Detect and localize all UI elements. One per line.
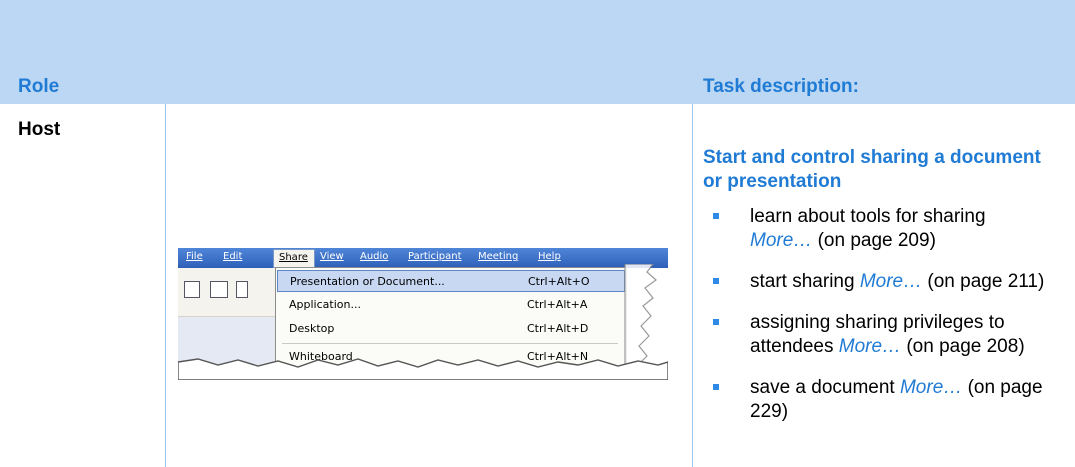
more-link[interactable]: More… xyxy=(839,336,901,357)
more-link[interactable]: More… xyxy=(860,271,922,292)
column-divider xyxy=(692,104,693,467)
menu-item-presentation[interactable]: Presentation or Document... Ctrl+Alt+O xyxy=(277,270,625,292)
more-link[interactable]: More… xyxy=(900,377,962,398)
menu-bar: File Edit View Audio Participant Meeting… xyxy=(178,248,668,268)
bullet-icon xyxy=(713,213,719,219)
bullet-icon xyxy=(713,384,719,390)
document-icon[interactable] xyxy=(184,281,200,298)
column-divider xyxy=(165,104,166,467)
task-title: Start and control sharing a document or … xyxy=(703,147,1041,192)
role-cell: Host xyxy=(18,119,61,140)
table-header: Role Task description: xyxy=(0,0,1075,104)
menu-separator xyxy=(282,343,618,344)
task-item: save a document More… (on page 229) xyxy=(703,376,1050,424)
menu-share-label: Share xyxy=(279,252,308,263)
page-ref: (on page 211) xyxy=(927,271,1045,292)
menu-participant[interactable]: Participant xyxy=(408,251,462,262)
menu-edit[interactable]: Edit xyxy=(223,251,242,262)
desktop-icon[interactable] xyxy=(236,281,248,298)
menu-item-application[interactable]: Application... Ctrl+Alt+A xyxy=(277,294,625,316)
more-link[interactable]: More… xyxy=(750,230,812,251)
task-text: learn about tools for sharing xyxy=(750,206,986,227)
windows-icon[interactable] xyxy=(210,281,228,298)
menu-help[interactable]: Help xyxy=(538,251,561,262)
menu-item-label: Desktop xyxy=(289,322,335,335)
task-text: save a document xyxy=(750,377,895,398)
menu-item-desktop[interactable]: Desktop Ctrl+Alt+D xyxy=(277,318,625,340)
header-role: Role xyxy=(18,76,60,97)
task-item: learn about tools for sharing More… (on … xyxy=(703,205,1063,253)
menu-item-label: Application... xyxy=(289,298,361,311)
task-item: start sharing More… (on page 211) xyxy=(703,270,1050,294)
bullet-icon xyxy=(713,319,719,325)
task-list: learn about tools for sharing More… (on … xyxy=(703,205,1063,424)
menu-item-shortcut: Ctrl+Alt+D xyxy=(527,322,589,335)
page-ref: (on page 209) xyxy=(817,230,936,251)
menu-item-shortcut: Ctrl+Alt+A xyxy=(527,298,588,311)
task-item: assigning sharing privileges to attendee… xyxy=(703,311,1050,359)
menu-meeting[interactable]: Meeting xyxy=(478,251,518,262)
page-ref: (on page 208) xyxy=(906,336,1025,357)
share-menu-screenshot: File Edit View Audio Participant Meeting… xyxy=(178,248,668,380)
menu-item-shortcut: Ctrl+Alt+O xyxy=(528,275,590,288)
document-page: Role Task description: Host Start and co… xyxy=(0,0,1075,467)
menu-audio[interactable]: Audio xyxy=(360,251,388,262)
task-text: start sharing xyxy=(750,271,855,292)
menu-view[interactable]: View xyxy=(320,251,344,262)
torn-edge-right xyxy=(624,264,657,368)
menu-share[interactable]: Share xyxy=(273,249,315,268)
torn-edge-bottom xyxy=(178,358,668,380)
menu-file[interactable]: File xyxy=(186,251,203,262)
bullet-icon xyxy=(713,278,719,284)
menu-item-label: Presentation or Document... xyxy=(290,275,445,288)
header-task-description: Task description: xyxy=(703,76,859,97)
